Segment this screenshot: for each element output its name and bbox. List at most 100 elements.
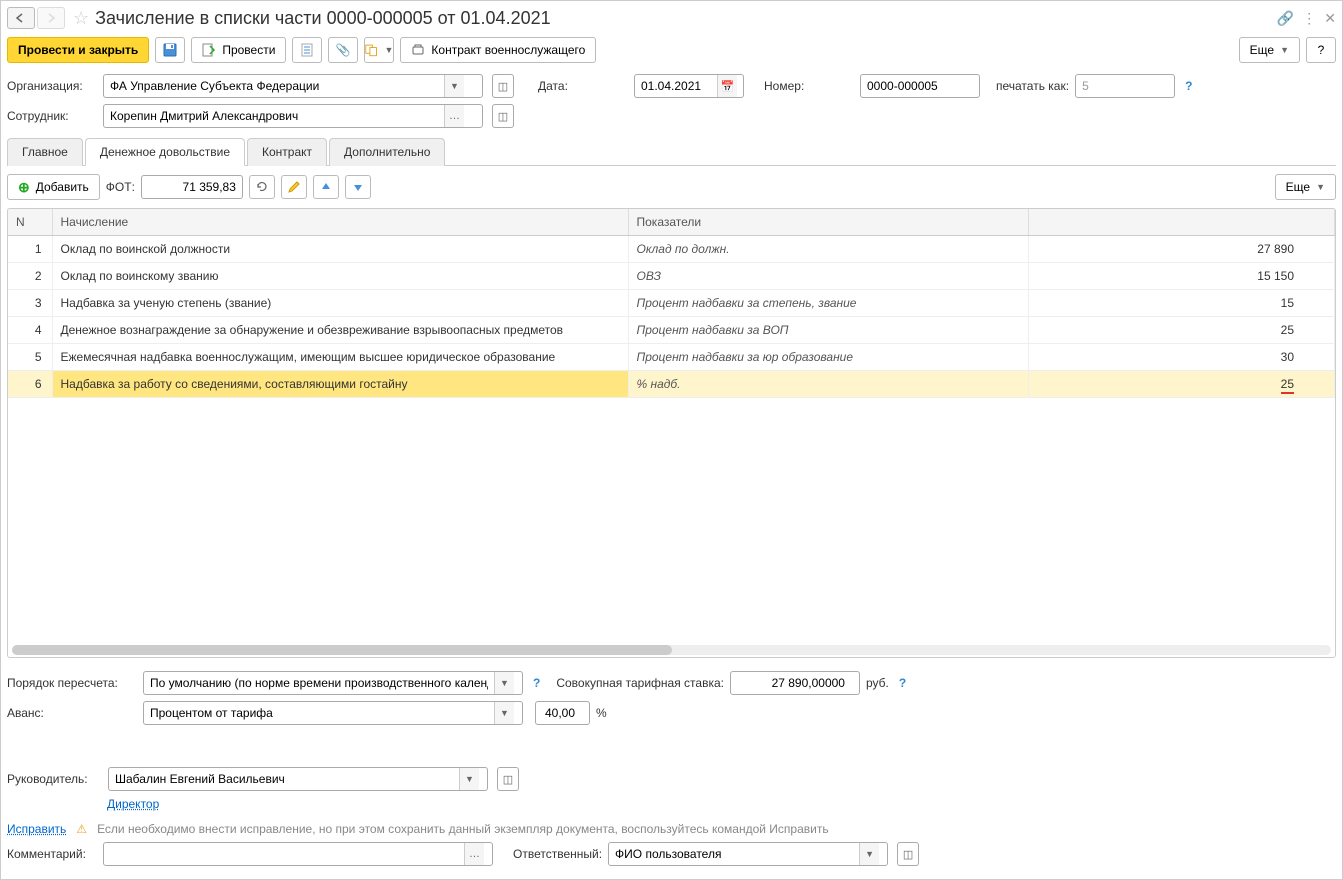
tab-allowance[interactable]: Денежное довольствие bbox=[85, 138, 245, 166]
help-button[interactable]: ? bbox=[1306, 37, 1336, 63]
print-as-input[interactable] bbox=[1076, 75, 1166, 97]
number-label: Номер: bbox=[764, 79, 854, 93]
comment-input[interactable] bbox=[104, 843, 464, 865]
cell-value: 27 890 bbox=[1028, 236, 1335, 263]
nav-forward-button[interactable] bbox=[37, 7, 65, 29]
employee-label: Сотрудник: bbox=[7, 109, 97, 123]
recalc-help-icon[interactable]: ? bbox=[533, 676, 540, 690]
favorite-star-icon[interactable]: ☆ bbox=[73, 8, 89, 29]
recalc-select[interactable] bbox=[144, 672, 494, 694]
col-header-name[interactable]: Начисление bbox=[52, 209, 628, 236]
refresh-button[interactable] bbox=[249, 175, 275, 199]
fix-link[interactable]: Исправить bbox=[7, 822, 66, 836]
advance-label: Аванс: bbox=[7, 706, 137, 720]
recalc-label: Порядок пересчета: bbox=[7, 676, 137, 690]
cell-n: 5 bbox=[8, 344, 52, 371]
rate-unit: руб. bbox=[866, 676, 889, 690]
org-label: Организация: bbox=[7, 79, 97, 93]
move-down-button[interactable] bbox=[345, 175, 371, 199]
head-input[interactable] bbox=[109, 768, 459, 790]
org-open-button[interactable]: ◫ bbox=[492, 74, 514, 98]
nav-back-button[interactable] bbox=[7, 7, 35, 29]
attachment-button[interactable]: 📎 bbox=[328, 37, 358, 63]
cell-name: Денежное вознаграждение за обнаружение и… bbox=[52, 317, 628, 344]
employee-open-button[interactable]: ◫ bbox=[492, 104, 514, 128]
date-label: Дата: bbox=[538, 79, 628, 93]
save-button[interactable] bbox=[155, 37, 185, 63]
cell-indicator: Процент надбавки за степень, звание bbox=[628, 290, 1028, 317]
cell-n: 6 bbox=[8, 371, 52, 398]
fot-label: ФОТ: bbox=[106, 180, 135, 194]
post-and-close-button[interactable]: Провести и закрыть bbox=[7, 37, 149, 63]
cell-n: 4 bbox=[8, 317, 52, 344]
contract-button[interactable]: Контракт военнослужащего bbox=[400, 37, 596, 63]
table-row[interactable]: 1Оклад по воинской должностиОклад по дол… bbox=[8, 236, 1335, 263]
cell-indicator: Оклад по должн. bbox=[628, 236, 1028, 263]
h-scrollbar[interactable] bbox=[12, 645, 1331, 655]
pct-sign: % bbox=[596, 706, 607, 720]
post-button[interactable]: Провести bbox=[191, 37, 286, 63]
comment-select-button[interactable]: … bbox=[464, 843, 484, 865]
tab-main[interactable]: Главное bbox=[7, 138, 83, 166]
responsible-dropdown-button[interactable]: ▼ bbox=[859, 843, 879, 865]
cell-n: 2 bbox=[8, 263, 52, 290]
director-link[interactable]: Директор bbox=[107, 797, 159, 811]
table-row[interactable]: 5Ежемесячная надбавка военнослужащим, им… bbox=[8, 344, 1335, 371]
table-row[interactable]: 3Надбавка за ученую степень (звание)Проц… bbox=[8, 290, 1335, 317]
link-icon[interactable]: 🔗 bbox=[1277, 10, 1294, 27]
fot-input[interactable] bbox=[142, 176, 242, 198]
report-button[interactable] bbox=[292, 37, 322, 63]
table-row[interactable]: 4Денежное вознаграждение за обнаружение … bbox=[8, 317, 1335, 344]
move-up-button[interactable] bbox=[313, 175, 339, 199]
cell-indicator: Процент надбавки за юр образование bbox=[628, 344, 1028, 371]
org-input[interactable] bbox=[104, 75, 444, 97]
tab-contract[interactable]: Контракт bbox=[247, 138, 327, 166]
cell-value: 30 bbox=[1028, 344, 1335, 371]
advance-pct-input[interactable] bbox=[536, 702, 581, 724]
head-open-button[interactable]: ◫ bbox=[497, 767, 519, 791]
responsible-open-button[interactable]: ◫ bbox=[897, 842, 919, 866]
table-row[interactable]: 6Надбавка за работу со сведениями, соста… bbox=[8, 371, 1335, 398]
date-picker-button[interactable]: 📅 bbox=[717, 75, 737, 97]
fix-text: Если необходимо внести исправление, но п… bbox=[97, 822, 829, 836]
cell-name: Надбавка за ученую степень (звание) bbox=[52, 290, 628, 317]
cell-value: 15 bbox=[1028, 290, 1335, 317]
accruals-table: N Начисление Показатели 1Оклад по воинск… bbox=[7, 208, 1336, 658]
window-title: Зачисление в списки части 0000-000005 от… bbox=[95, 8, 1277, 29]
table-row[interactable]: 2Оклад по воинскому званиюОВЗ15 150 bbox=[8, 263, 1335, 290]
print-as-help-icon[interactable]: ? bbox=[1185, 79, 1192, 93]
rate-input[interactable] bbox=[731, 672, 851, 694]
print-as-label: печатать как: bbox=[996, 79, 1069, 93]
responsible-input[interactable] bbox=[609, 843, 859, 865]
add-button[interactable]: ⊕Добавить bbox=[7, 174, 100, 200]
head-dropdown-button[interactable]: ▼ bbox=[459, 768, 479, 790]
col-header-indicators[interactable]: Показатели bbox=[628, 209, 1028, 236]
org-dropdown-button[interactable]: ▼ bbox=[444, 75, 464, 97]
rate-help-icon[interactable]: ? bbox=[899, 676, 906, 690]
more-menu-icon[interactable]: ⋮ bbox=[1302, 10, 1316, 27]
date-input[interactable] bbox=[635, 75, 717, 97]
plus-icon: ⊕ bbox=[18, 179, 30, 196]
cell-indicator: Процент надбавки за ВОП bbox=[628, 317, 1028, 344]
employee-input[interactable] bbox=[104, 105, 444, 127]
table-more-button[interactable]: Еще ▼ bbox=[1275, 174, 1336, 200]
cell-indicator: ОВЗ bbox=[628, 263, 1028, 290]
cell-name: Ежемесячная надбавка военнослужащим, име… bbox=[52, 344, 628, 371]
responsible-label: Ответственный: bbox=[513, 847, 602, 861]
rate-label: Совокупная тарифная ставка: bbox=[556, 676, 724, 690]
col-header-n[interactable]: N bbox=[8, 209, 52, 236]
close-icon[interactable]: ✕ bbox=[1324, 10, 1336, 27]
advance-dropdown-button[interactable]: ▼ bbox=[494, 702, 514, 724]
create-based-on-button[interactable]: ▼ bbox=[364, 37, 394, 63]
cell-value: 25 bbox=[1028, 371, 1335, 398]
tab-additional[interactable]: Дополнительно bbox=[329, 138, 445, 166]
cell-indicator: % надб. bbox=[628, 371, 1028, 398]
advance-select[interactable] bbox=[144, 702, 494, 724]
more-button[interactable]: Еще ▼ bbox=[1239, 37, 1300, 63]
recalc-dropdown-button[interactable]: ▼ bbox=[494, 672, 514, 694]
col-header-value[interactable] bbox=[1028, 209, 1335, 236]
number-input[interactable] bbox=[861, 75, 971, 97]
comment-label: Комментарий: bbox=[7, 847, 97, 861]
edit-button[interactable] bbox=[281, 175, 307, 199]
employee-select-button[interactable]: … bbox=[444, 105, 464, 127]
